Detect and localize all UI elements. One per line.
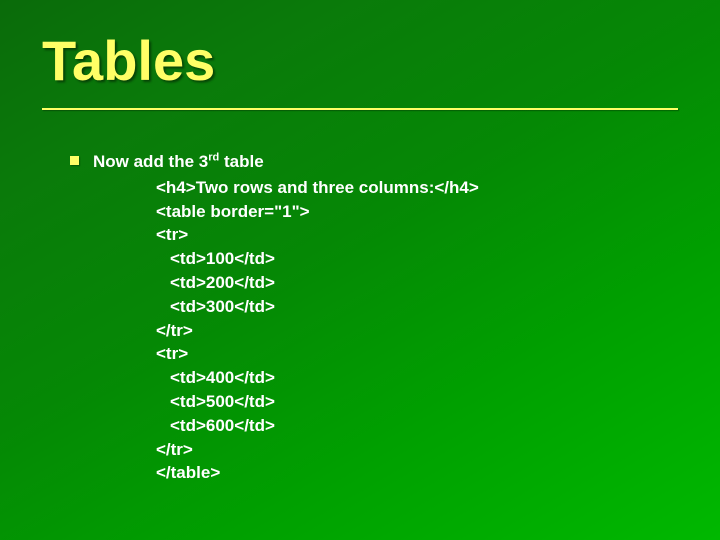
code-line: <h4>Two rows and three columns:</h4> [156,176,670,200]
bullet-text-pre: Now add the 3 [93,152,208,171]
code-block: <h4>Two rows and three columns:</h4> <ta… [156,176,670,485]
code-line: <td>500</td> [156,390,670,414]
code-line: </tr> [156,438,670,462]
code-line: <td>200</td> [156,271,670,295]
body-content: Now add the 3rd table <h4>Two rows and t… [70,150,670,485]
bullet-text-post: table [219,152,263,171]
code-line: </tr> [156,319,670,343]
slide: Tables Now add the 3rd table <h4>Two row… [0,0,720,540]
code-line: </table> [156,461,670,485]
code-line: <td>600</td> [156,414,670,438]
bullet-item: Now add the 3rd table [70,150,670,174]
code-line: <table border="1"> [156,200,670,224]
code-line: <td>100</td> [156,247,670,271]
page-title: Tables [42,28,215,93]
title-underline [42,108,678,110]
bullet-text-ordinal: rd [208,151,219,163]
code-line: <td>300</td> [156,295,670,319]
code-line: <tr> [156,342,670,366]
code-line: <td>400</td> [156,366,670,390]
code-line: <tr> [156,223,670,247]
bullet-text: Now add the 3rd table [93,150,670,174]
bullet-square-icon [70,156,79,165]
